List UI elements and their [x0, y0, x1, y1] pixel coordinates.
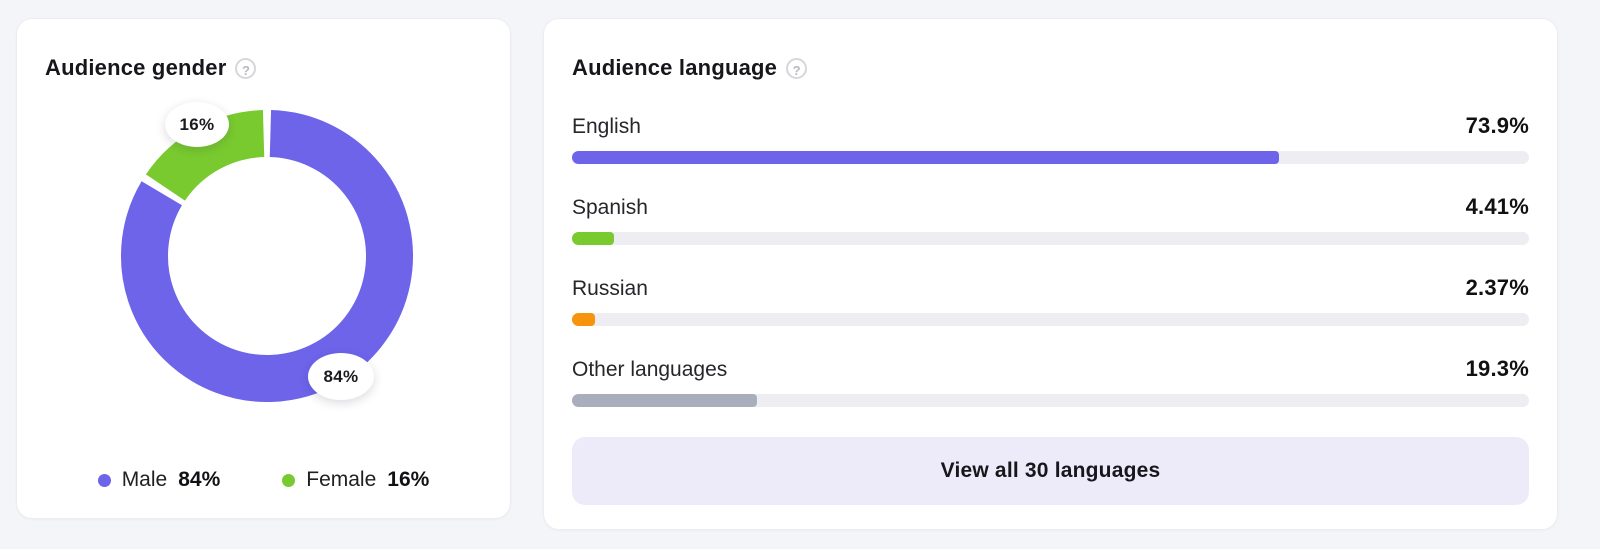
- language-bar-fill: [572, 313, 595, 326]
- language-bar-track: [572, 313, 1529, 326]
- language-value: 2.37%: [1465, 275, 1529, 300]
- male-percent-callout: 84%: [308, 353, 374, 400]
- language-row-russian: Russian 2.37%: [572, 275, 1529, 326]
- audience-gender-card: Audience gender ? 16% 84% Male 84% Femal…: [16, 18, 511, 519]
- language-bar-fill: [572, 394, 757, 407]
- language-label: Russian: [572, 277, 648, 300]
- language-value: 73.9%: [1465, 113, 1529, 138]
- language-bar-list: English 73.9% Spanish 4.41% Russian 2.37…: [572, 113, 1529, 407]
- language-row-spanish: Spanish 4.41%: [572, 194, 1529, 245]
- language-bar-track: [572, 151, 1529, 164]
- female-percent-callout: 16%: [165, 102, 229, 147]
- language-bar-fill: [572, 151, 1280, 164]
- gender-legend: Male 84% Female 16%: [17, 468, 510, 492]
- language-label: Spanish: [572, 196, 648, 219]
- male-color-dot: [97, 473, 111, 487]
- language-bar-fill: [572, 232, 615, 245]
- language-row-other: Other languages 19.3%: [572, 356, 1529, 407]
- audience-language-card: Audience language ? English 73.9% Spanis…: [543, 18, 1558, 530]
- language-bar-track: [572, 394, 1529, 407]
- language-label: Other languages: [572, 358, 728, 381]
- language-value: 4.41%: [1465, 194, 1529, 219]
- gender-donut-area: 16% 84%: [17, 19, 510, 518]
- legend-item-female: Female 16%: [282, 468, 429, 492]
- language-label: English: [572, 115, 641, 138]
- female-color-dot: [282, 473, 296, 487]
- language-row-english: English 73.9%: [572, 113, 1529, 164]
- gender-donut-chart: [121, 110, 413, 402]
- legend-male-value: 84%: [178, 468, 221, 491]
- legend-female-value: 16%: [387, 468, 430, 491]
- language-value: 19.3%: [1465, 356, 1529, 381]
- language-card-title: Audience language: [572, 55, 778, 80]
- question-circle-icon[interactable]: ?: [786, 58, 808, 79]
- audience-analytics-page: { "page": {"background": "#f4f5f9"}, "ge…: [0, 0, 1600, 549]
- legend-female-label: Female: [306, 468, 377, 491]
- legend-male-label: Male: [121, 468, 168, 491]
- language-bar-track: [572, 232, 1529, 245]
- legend-item-male: Male 84%: [97, 468, 221, 492]
- view-all-languages-button[interactable]: View all 30 languages: [572, 437, 1529, 505]
